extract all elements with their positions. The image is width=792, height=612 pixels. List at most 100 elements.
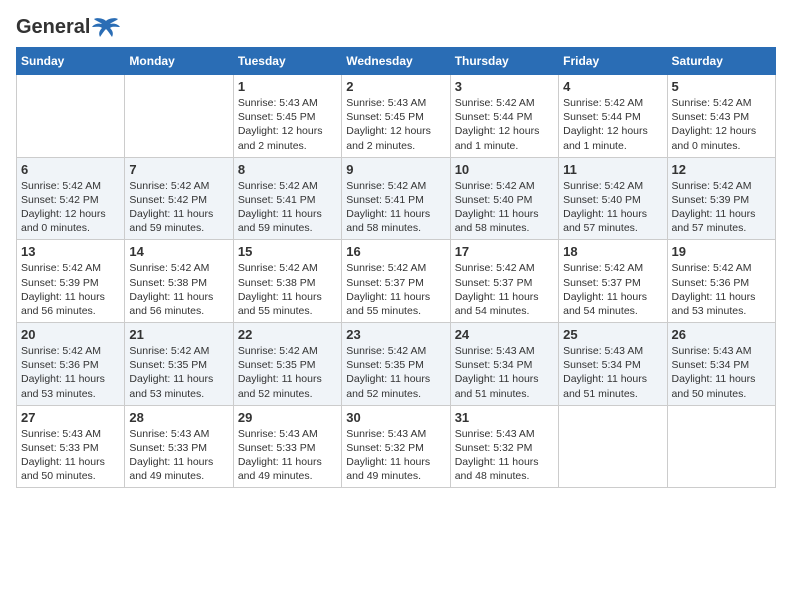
day-number: 3 bbox=[455, 79, 554, 94]
day-info: Sunrise: 5:43 AM Sunset: 5:32 PM Dayligh… bbox=[346, 427, 445, 484]
day-info: Sunrise: 5:42 AM Sunset: 5:36 PM Dayligh… bbox=[21, 344, 120, 401]
day-number: 30 bbox=[346, 410, 445, 425]
day-info: Sunrise: 5:43 AM Sunset: 5:33 PM Dayligh… bbox=[238, 427, 337, 484]
logo: General bbox=[16, 16, 120, 39]
calendar-cell bbox=[17, 75, 125, 158]
calendar-cell: 18Sunrise: 5:42 AM Sunset: 5:37 PM Dayli… bbox=[559, 240, 667, 323]
day-number: 25 bbox=[563, 327, 662, 342]
logo-general: General bbox=[16, 16, 90, 39]
day-number: 9 bbox=[346, 162, 445, 177]
calendar-week-2: 6 Sunrise: 5:42 AM Sunset: 5:42 PM Daylig… bbox=[17, 157, 776, 240]
day-info: Sunrise: 5:42 AM Sunset: 5:42 PM Dayligh… bbox=[21, 179, 120, 236]
day-info: Sunrise: 5:42 AM Sunset: 5:35 PM Dayligh… bbox=[346, 344, 445, 401]
day-info: Sunrise: 5:43 AM Sunset: 5:34 PM Dayligh… bbox=[455, 344, 554, 401]
day-number: 31 bbox=[455, 410, 554, 425]
logo-bird-icon bbox=[92, 17, 120, 39]
calendar-cell: 30 Sunrise: 5:43 AM Sunset: 5:32 PM Dayli… bbox=[342, 405, 450, 488]
day-info: Sunrise: 5:42 AM Sunset: 5:37 PM Dayligh… bbox=[455, 261, 554, 318]
day-number: 29 bbox=[238, 410, 337, 425]
calendar-cell: 5 Sunrise: 5:42 AM Sunset: 5:43 PM Daylig… bbox=[667, 75, 775, 158]
day-number: 27 bbox=[21, 410, 120, 425]
calendar-cell bbox=[125, 75, 233, 158]
day-number: 4 bbox=[563, 79, 662, 94]
calendar-cell: 1 Sunrise: 5:43 AM Sunset: 5:45 PM Daylig… bbox=[233, 75, 341, 158]
calendar-cell: 19Sunrise: 5:42 AM Sunset: 5:36 PM Dayli… bbox=[667, 240, 775, 323]
day-info: Sunrise: 5:42 AM Sunset: 5:40 PM Dayligh… bbox=[563, 179, 662, 236]
day-number: 28 bbox=[129, 410, 228, 425]
day-number: 7 bbox=[129, 162, 228, 177]
day-number: 12 bbox=[672, 162, 771, 177]
page-header: General bbox=[16, 16, 776, 39]
day-info: Sunrise: 5:42 AM Sunset: 5:44 PM Dayligh… bbox=[455, 96, 554, 153]
calendar-cell: 4 Sunrise: 5:42 AM Sunset: 5:44 PM Daylig… bbox=[559, 75, 667, 158]
day-info: Sunrise: 5:43 AM Sunset: 5:33 PM Dayligh… bbox=[21, 427, 120, 484]
calendar-table: SundayMondayTuesdayWednesdayThursdayFrid… bbox=[16, 47, 776, 488]
day-number: 17 bbox=[455, 244, 554, 259]
calendar-cell: 27 Sunrise: 5:43 AM Sunset: 5:33 PM Dayli… bbox=[17, 405, 125, 488]
day-number: 26 bbox=[672, 327, 771, 342]
day-number: 15 bbox=[238, 244, 337, 259]
day-info: Sunrise: 5:43 AM Sunset: 5:34 PM Dayligh… bbox=[672, 344, 771, 401]
header-day-sunday: Sunday bbox=[17, 48, 125, 75]
calendar-cell: 31 Sunrise: 5:43 AM Sunset: 5:32 PM Dayli… bbox=[450, 405, 558, 488]
calendar-cell: 29 Sunrise: 5:43 AM Sunset: 5:33 PM Dayli… bbox=[233, 405, 341, 488]
day-info: Sunrise: 5:42 AM Sunset: 5:37 PM Dayligh… bbox=[346, 261, 445, 318]
day-info: Sunrise: 5:42 AM Sunset: 5:39 PM Dayligh… bbox=[21, 261, 120, 318]
calendar-cell: 23 Sunrise: 5:42 AM Sunset: 5:35 PM Dayli… bbox=[342, 323, 450, 406]
calendar-cell: 13 Sunrise: 5:42 AM Sunset: 5:39 PM Dayli… bbox=[17, 240, 125, 323]
day-info: Sunrise: 5:43 AM Sunset: 5:45 PM Dayligh… bbox=[238, 96, 337, 153]
day-number: 14 bbox=[129, 244, 228, 259]
day-number: 10 bbox=[455, 162, 554, 177]
day-number: 5 bbox=[672, 79, 771, 94]
header-day-wednesday: Wednesday bbox=[342, 48, 450, 75]
calendar-cell: 26 Sunrise: 5:43 AM Sunset: 5:34 PM Dayli… bbox=[667, 323, 775, 406]
calendar-cell: 10 Sunrise: 5:42 AM Sunset: 5:40 PM Dayli… bbox=[450, 157, 558, 240]
calendar-cell: 16 Sunrise: 5:42 AM Sunset: 5:37 PM Dayli… bbox=[342, 240, 450, 323]
calendar-cell: 9 Sunrise: 5:42 AM Sunset: 5:41 PM Daylig… bbox=[342, 157, 450, 240]
day-number: 1 bbox=[238, 79, 337, 94]
day-info: Sunrise: 5:42 AM Sunset: 5:43 PM Dayligh… bbox=[672, 96, 771, 153]
calendar-cell: 22Sunrise: 5:42 AM Sunset: 5:35 PM Dayli… bbox=[233, 323, 341, 406]
calendar-week-1: 1 Sunrise: 5:43 AM Sunset: 5:45 PM Daylig… bbox=[17, 75, 776, 158]
calendar-cell bbox=[667, 405, 775, 488]
day-number: 22 bbox=[238, 327, 337, 342]
header-day-friday: Friday bbox=[559, 48, 667, 75]
day-info: Sunrise: 5:42 AM Sunset: 5:40 PM Dayligh… bbox=[455, 179, 554, 236]
calendar-cell: 20Sunrise: 5:42 AM Sunset: 5:36 PM Dayli… bbox=[17, 323, 125, 406]
day-info: Sunrise: 5:43 AM Sunset: 5:32 PM Dayligh… bbox=[455, 427, 554, 484]
day-number: 11 bbox=[563, 162, 662, 177]
day-number: 16 bbox=[346, 244, 445, 259]
day-info: Sunrise: 5:42 AM Sunset: 5:41 PM Dayligh… bbox=[238, 179, 337, 236]
day-info: Sunrise: 5:42 AM Sunset: 5:38 PM Dayligh… bbox=[129, 261, 228, 318]
calendar-cell: 17 Sunrise: 5:42 AM Sunset: 5:37 PM Dayli… bbox=[450, 240, 558, 323]
header-day-monday: Monday bbox=[125, 48, 233, 75]
day-info: Sunrise: 5:43 AM Sunset: 5:45 PM Dayligh… bbox=[346, 96, 445, 153]
day-number: 6 bbox=[21, 162, 120, 177]
day-info: Sunrise: 5:42 AM Sunset: 5:38 PM Dayligh… bbox=[238, 261, 337, 318]
day-info: Sunrise: 5:43 AM Sunset: 5:33 PM Dayligh… bbox=[129, 427, 228, 484]
calendar-week-5: 27 Sunrise: 5:43 AM Sunset: 5:33 PM Dayli… bbox=[17, 405, 776, 488]
calendar-cell: 8 Sunrise: 5:42 AM Sunset: 5:41 PM Daylig… bbox=[233, 157, 341, 240]
header-day-thursday: Thursday bbox=[450, 48, 558, 75]
day-number: 8 bbox=[238, 162, 337, 177]
calendar-cell: 3 Sunrise: 5:42 AM Sunset: 5:44 PM Daylig… bbox=[450, 75, 558, 158]
day-info: Sunrise: 5:42 AM Sunset: 5:41 PM Dayligh… bbox=[346, 179, 445, 236]
day-number: 24 bbox=[455, 327, 554, 342]
calendar-cell: 11 Sunrise: 5:42 AM Sunset: 5:40 PM Dayli… bbox=[559, 157, 667, 240]
calendar-cell: 25Sunrise: 5:43 AM Sunset: 5:34 PM Dayli… bbox=[559, 323, 667, 406]
header-day-tuesday: Tuesday bbox=[233, 48, 341, 75]
day-info: Sunrise: 5:42 AM Sunset: 5:44 PM Dayligh… bbox=[563, 96, 662, 153]
calendar-cell: 14 Sunrise: 5:42 AM Sunset: 5:38 PM Dayli… bbox=[125, 240, 233, 323]
calendar-cell bbox=[559, 405, 667, 488]
header-day-saturday: Saturday bbox=[667, 48, 775, 75]
calendar-cell: 21Sunrise: 5:42 AM Sunset: 5:35 PM Dayli… bbox=[125, 323, 233, 406]
day-info: Sunrise: 5:42 AM Sunset: 5:42 PM Dayligh… bbox=[129, 179, 228, 236]
calendar-cell: 24 Sunrise: 5:43 AM Sunset: 5:34 PM Dayli… bbox=[450, 323, 558, 406]
calendar-cell: 15 Sunrise: 5:42 AM Sunset: 5:38 PM Dayli… bbox=[233, 240, 341, 323]
day-info: Sunrise: 5:42 AM Sunset: 5:37 PM Dayligh… bbox=[563, 261, 662, 318]
calendar-week-3: 13 Sunrise: 5:42 AM Sunset: 5:39 PM Dayli… bbox=[17, 240, 776, 323]
day-number: 23 bbox=[346, 327, 445, 342]
day-number: 2 bbox=[346, 79, 445, 94]
calendar-cell: 28 Sunrise: 5:43 AM Sunset: 5:33 PM Dayli… bbox=[125, 405, 233, 488]
day-number: 13 bbox=[21, 244, 120, 259]
